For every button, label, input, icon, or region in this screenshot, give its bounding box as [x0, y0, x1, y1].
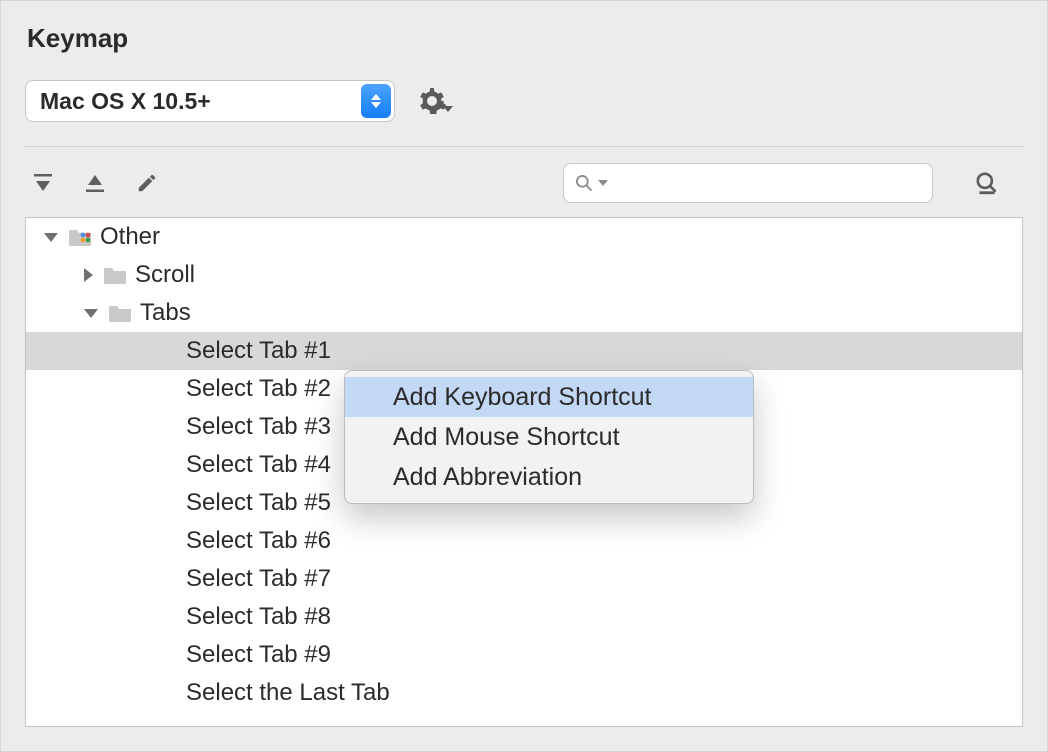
- tree-leaf-select-last-tab[interactable]: Select the Last Tab: [26, 674, 1022, 712]
- tree-leaf-label: Select Tab #5: [186, 489, 331, 517]
- settings-button[interactable]: [417, 83, 453, 119]
- tree-leaf-select-tab-9[interactable]: Select Tab #9: [26, 636, 1022, 674]
- folder-color-icon: [68, 227, 92, 247]
- updown-icon: [361, 84, 391, 118]
- tree-leaf-label: Select Tab #1: [186, 337, 331, 365]
- folder-icon: [103, 265, 127, 285]
- tree-leaf-select-tab-7[interactable]: Select Tab #7: [26, 560, 1022, 598]
- find-shortcut-icon: [974, 170, 1000, 196]
- context-menu-item-add-abbreviation[interactable]: Add Abbreviation: [345, 457, 753, 497]
- context-menu-item-add-mouse-shortcut[interactable]: Add Mouse Shortcut: [345, 417, 753, 457]
- context-menu: Add Keyboard Shortcut Add Mouse Shortcut…: [344, 370, 754, 504]
- tree-leaf-label: Select Tab #7: [186, 565, 331, 593]
- tree-node-label: Other: [100, 223, 160, 251]
- search-input[interactable]: [612, 171, 922, 196]
- expand-all-icon: [31, 171, 55, 195]
- edit-shortcut-button[interactable]: [129, 165, 165, 201]
- dropdown-caret-icon: [443, 104, 453, 114]
- tree-leaf-label: Select Tab #6: [186, 527, 331, 555]
- tree-leaf-label: Select Tab #4: [186, 451, 331, 479]
- context-menu-item-label: Add Mouse Shortcut: [393, 423, 620, 452]
- collapse-all-button[interactable]: [77, 165, 113, 201]
- scheme-select-value: Mac OS X 10.5+: [40, 88, 211, 115]
- chevron-down-icon: [84, 309, 98, 318]
- tree-leaf-select-tab-1[interactable]: Select Tab #1: [26, 332, 1022, 370]
- chevron-right-icon: [84, 268, 93, 282]
- pencil-icon: [136, 172, 158, 194]
- context-menu-item-label: Add Abbreviation: [393, 463, 582, 492]
- search-icon: [574, 173, 594, 193]
- search-field[interactable]: [563, 163, 933, 203]
- tree-leaf-select-tab-8[interactable]: Select Tab #8: [26, 598, 1022, 636]
- dropdown-caret-icon: [598, 178, 608, 188]
- context-menu-item-label: Add Keyboard Shortcut: [393, 383, 652, 412]
- folder-icon: [108, 303, 132, 323]
- tree-leaf-label: Select Tab #2: [186, 375, 331, 403]
- tree-node-scroll[interactable]: Scroll: [26, 256, 1022, 294]
- expand-all-button[interactable]: [25, 165, 61, 201]
- scheme-row: Mac OS X 10.5+: [1, 62, 1047, 146]
- tree-node-label: Tabs: [140, 299, 191, 327]
- tree-leaf-label: Select Tab #3: [186, 413, 331, 441]
- tree-node-other[interactable]: Other: [26, 218, 1022, 256]
- tree-leaf-label: Select Tab #9: [186, 641, 331, 669]
- divider: [25, 146, 1023, 147]
- toolbar: [1, 159, 1047, 217]
- tree-node-tabs[interactable]: Tabs: [26, 294, 1022, 332]
- actions-tree[interactable]: Other Scroll Tabs Select Tab #1 Select T…: [25, 217, 1023, 727]
- find-action-by-shortcut-button[interactable]: [969, 165, 1005, 201]
- chevron-down-icon: [44, 233, 58, 242]
- tree-leaf-label: Select Tab #8: [186, 603, 331, 631]
- tree-leaf-label: Select the Last Tab: [186, 679, 390, 707]
- tree-leaf-select-tab-6[interactable]: Select Tab #6: [26, 522, 1022, 560]
- tree-node-label: Scroll: [135, 261, 195, 289]
- scheme-select[interactable]: Mac OS X 10.5+: [25, 80, 395, 122]
- page-title: Keymap: [1, 1, 1047, 62]
- collapse-all-icon: [83, 171, 107, 195]
- context-menu-item-add-keyboard-shortcut[interactable]: Add Keyboard Shortcut: [345, 377, 753, 417]
